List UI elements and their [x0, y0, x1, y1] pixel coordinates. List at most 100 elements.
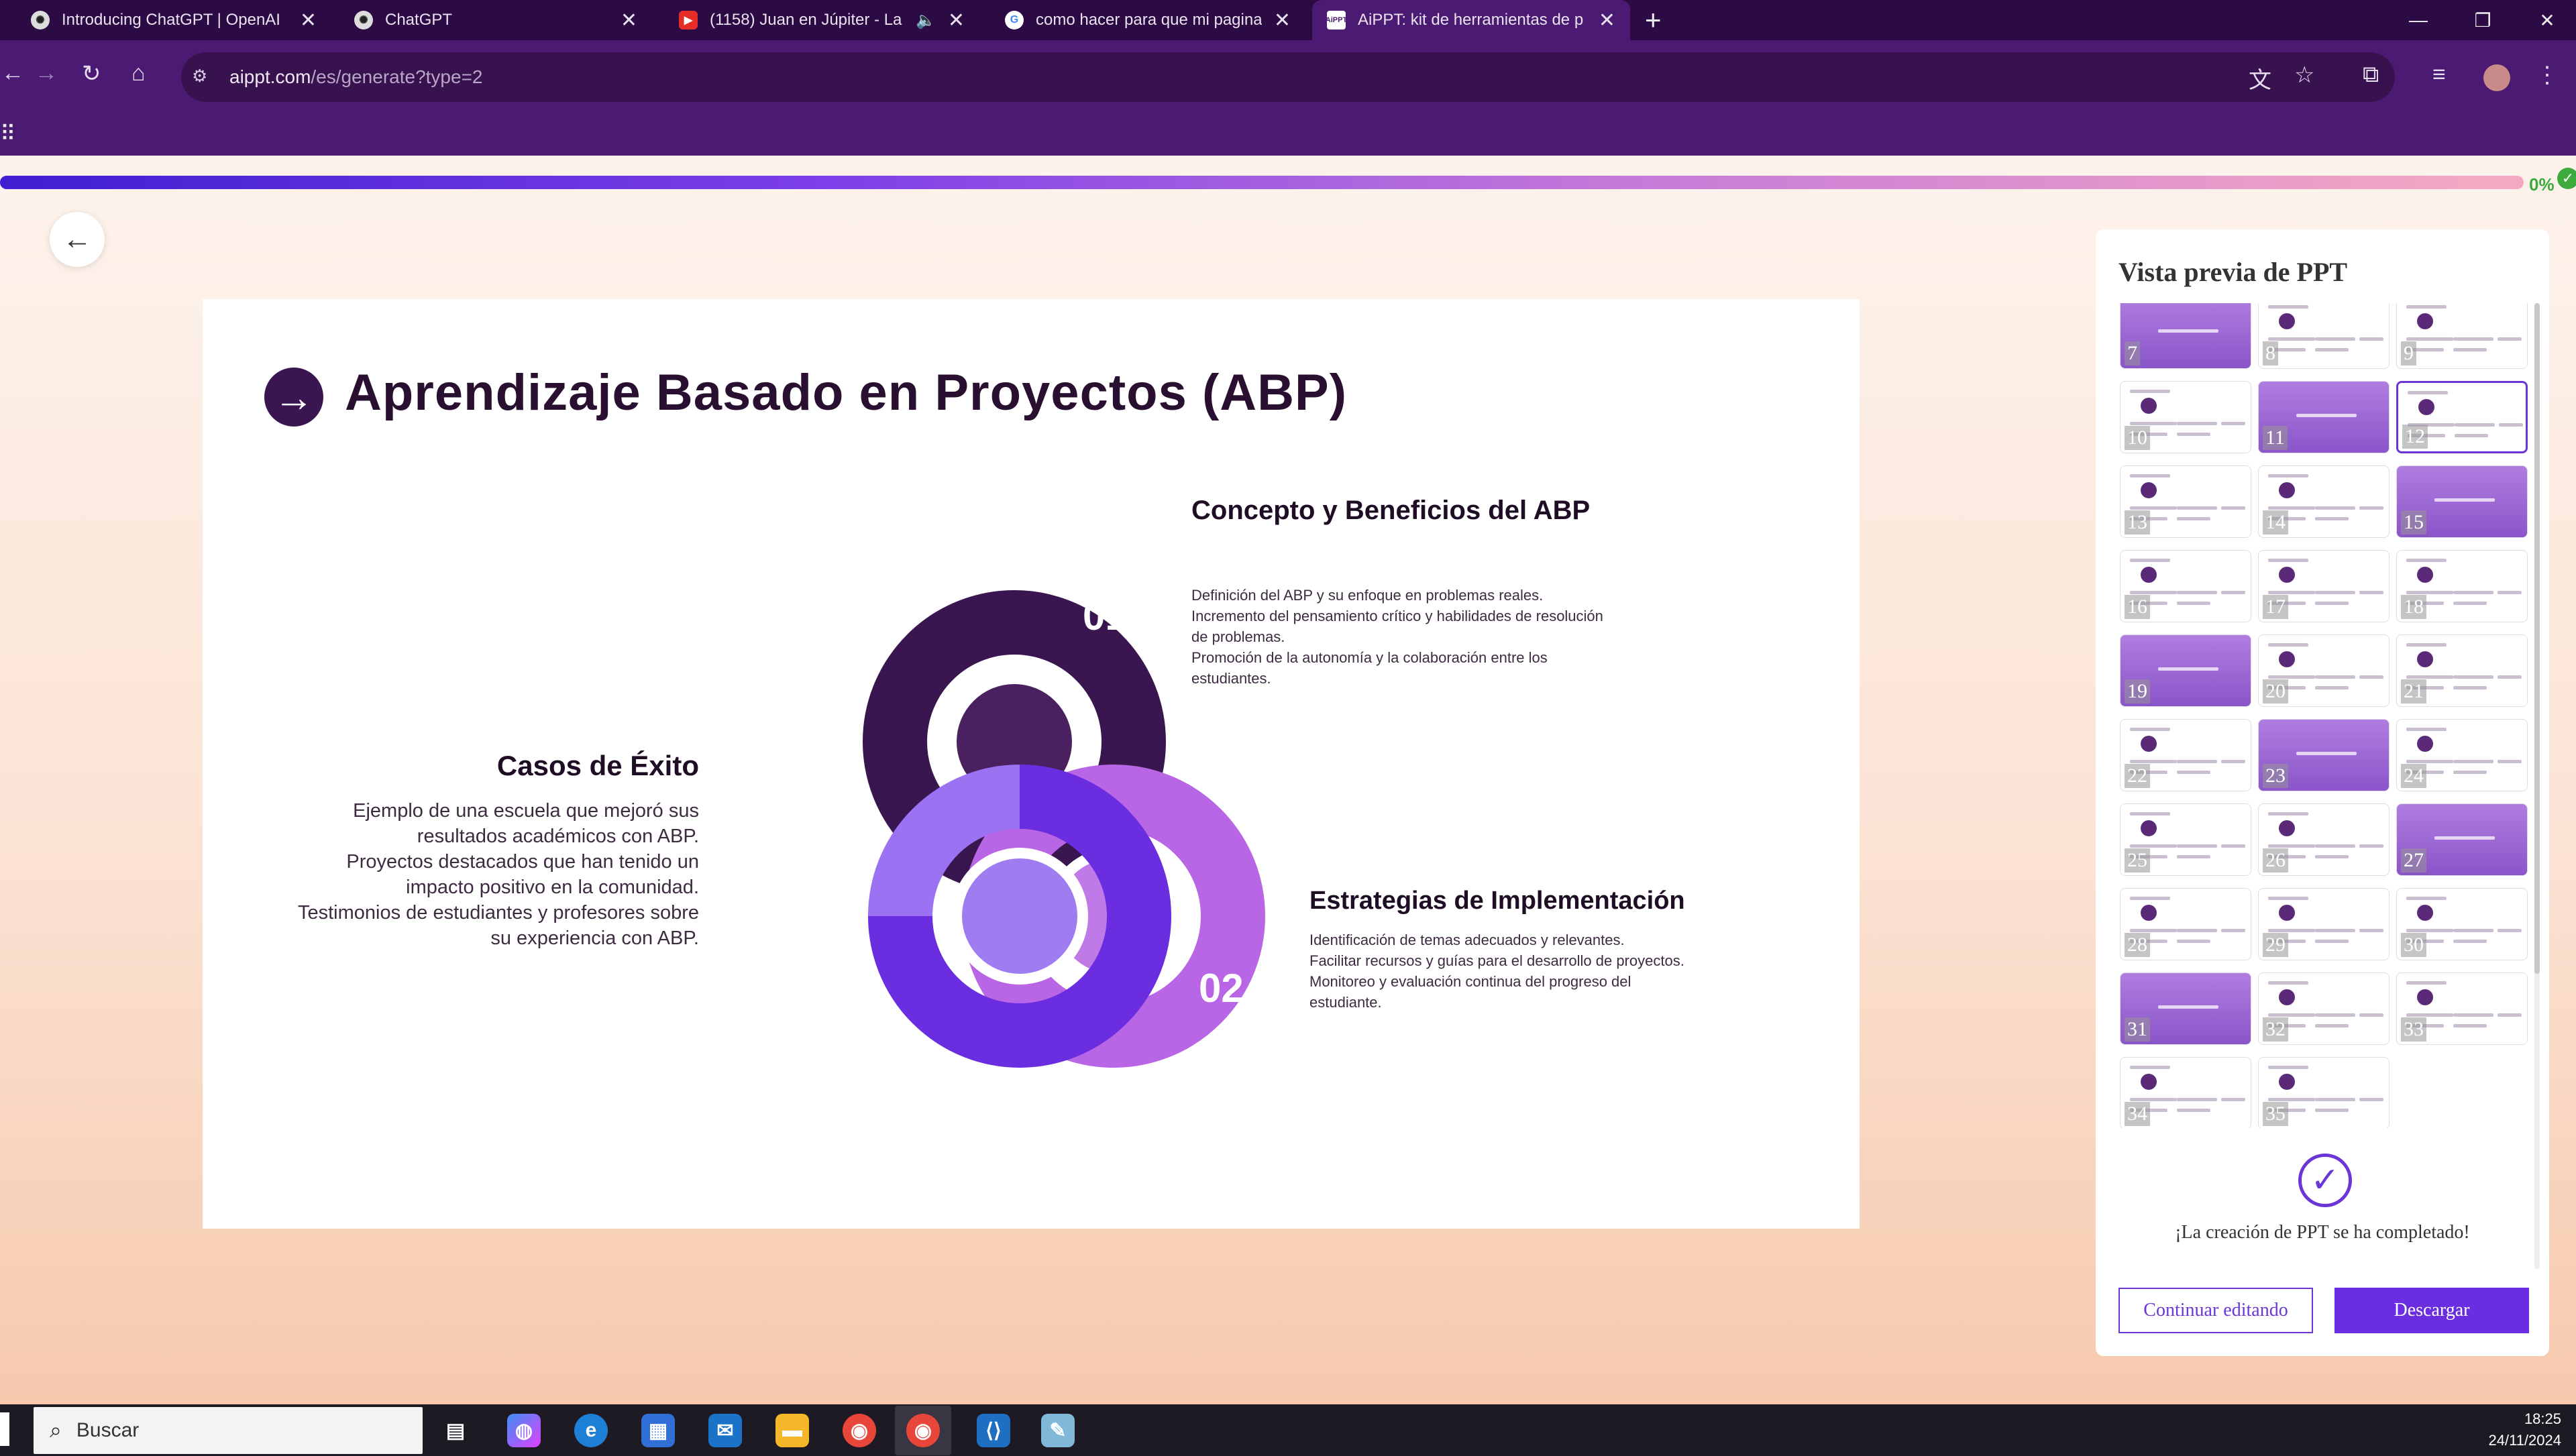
minimize-icon[interactable]: —: [2388, 0, 2449, 40]
reload-icon[interactable]: ↻: [82, 60, 101, 87]
speaker-icon[interactable]: 🔈: [916, 11, 936, 30]
thumbnail-number: 8: [2263, 341, 2278, 366]
slide-thumbnail[interactable]: 11: [2258, 381, 2390, 453]
thumbnail-text-line: [2406, 1013, 2453, 1017]
close-tab-icon[interactable]: ✕: [1274, 9, 1291, 32]
slide-title[interactable]: Aprendizaje Basado en Proyectos (ABP): [345, 363, 1347, 422]
slide-thumbnail[interactable]: 14: [2258, 465, 2390, 538]
concepto-title[interactable]: Concepto y Beneficios del ABP: [1191, 492, 1607, 528]
scrollbar-thumb[interactable]: [2534, 303, 2540, 974]
thumbnail-graphic: [2141, 567, 2157, 583]
close-window-icon[interactable]: ✕: [2517, 0, 2576, 40]
thumbnail-graphic: [2417, 736, 2433, 752]
slide-thumbnail[interactable]: 26: [2258, 803, 2390, 876]
thumbnail-text-line: [2315, 517, 2349, 520]
slide-thumbnail[interactable]: 23: [2258, 719, 2390, 791]
translate-icon[interactable]: 文: [2249, 62, 2271, 95]
slide-thumbnail[interactable]: 29: [2258, 888, 2390, 960]
slide-thumbnail[interactable]: 28: [2120, 888, 2251, 960]
slide-thumbnail[interactable]: 20: [2258, 634, 2390, 707]
slide-thumbnail[interactable]: 9: [2396, 303, 2528, 369]
slide-thumbnail[interactable]: 18: [2396, 550, 2528, 622]
slide-thumbnail[interactable]: 22: [2120, 719, 2251, 791]
home-icon[interactable]: ⌂: [131, 60, 146, 87]
thumbnail-number: 16: [2125, 595, 2150, 619]
estrategias-title[interactable]: Estrategias de Implementación: [1309, 883, 1779, 919]
task-view-icon[interactable]: ▤: [439, 1414, 472, 1447]
close-tab-icon[interactable]: ✕: [948, 9, 965, 32]
chrome-active-app[interactable]: ◉: [895, 1406, 951, 1455]
slide-thumbnail[interactable]: 27: [2396, 803, 2528, 876]
thumbnail-text-line: [2130, 1098, 2177, 1101]
tab-youtube[interactable]: ▶ (1158) Juan en Júpiter - La I 🔈 ✕: [664, 0, 979, 40]
vscode-icon[interactable]: ⟨⟩: [977, 1414, 1010, 1447]
casos-title[interactable]: Casos de Éxito: [203, 750, 699, 782]
slide-thumbnail[interactable]: 30: [2396, 888, 2528, 960]
restore-icon[interactable]: ❐: [2453, 0, 2513, 40]
close-tab-icon[interactable]: ✕: [621, 9, 637, 32]
tab-chatgpt[interactable]: ✺ ChatGPT ✕: [339, 0, 652, 40]
start-button[interactable]: [0, 1412, 9, 1446]
thumbnail-text-line: [2296, 752, 2357, 755]
extensions-icon[interactable]: ⧉: [2363, 62, 2379, 88]
edge-icon[interactable]: e: [574, 1414, 608, 1447]
file-explorer-icon[interactable]: ▬: [775, 1414, 809, 1447]
store-icon[interactable]: ▦: [641, 1414, 675, 1447]
slide-thumbnail[interactable]: 25: [2120, 803, 2251, 876]
casos-body[interactable]: Ejemplo de una escuela que mejoró sus re…: [283, 798, 699, 951]
close-tab-icon[interactable]: ✕: [300, 9, 317, 32]
slide-thumbnail[interactable]: 17: [2258, 550, 2390, 622]
slide-thumbnail[interactable]: 35: [2258, 1057, 2390, 1128]
thumbnail-text-line: [2453, 686, 2487, 689]
thumbnail-number: 11: [2263, 426, 2288, 450]
tab-aippt[interactable]: AiPPT AiPPT: kit de herramientas de p ✕: [1312, 0, 1630, 40]
thumbnail-number: 34: [2125, 1102, 2150, 1126]
cycle-diagram[interactable]: 01 02 03: [739, 541, 1289, 1077]
slide-thumbnail[interactable]: 24: [2396, 719, 2528, 791]
back-button[interactable]: ←: [50, 212, 105, 267]
slide-thumbnail[interactable]: 15: [2396, 465, 2528, 538]
new-tab-icon[interactable]: +: [1645, 4, 1662, 36]
menu-kebab-icon[interactable]: ⋮: [2536, 62, 2559, 89]
taskbar-search[interactable]: ⌕ Buscar: [34, 1407, 423, 1454]
forward-nav-icon[interactable]: →: [35, 60, 58, 87]
slide-thumbnail[interactable]: 7: [2120, 303, 2251, 369]
slide-thumbnail[interactable]: 12: [2396, 381, 2528, 453]
slide-thumbnail[interactable]: 19: [2120, 634, 2251, 707]
tab-introducing-chatgpt[interactable]: ✺ Introducing ChatGPT | OpenAI ✕: [16, 0, 331, 40]
continue-editing-button[interactable]: Continuar editando: [2118, 1288, 2313, 1333]
media-control-icon[interactable]: ≡: [2432, 62, 2446, 88]
aippt-icon: AiPPT: [1326, 11, 1347, 30]
chrome-icon[interactable]: ◉: [843, 1414, 876, 1447]
thumbnail-text-line: [2177, 517, 2210, 520]
mail-icon[interactable]: ✉: [708, 1414, 742, 1447]
download-button[interactable]: Descargar: [2334, 1288, 2529, 1333]
slide-thumbnail[interactable]: 8: [2258, 303, 2390, 369]
slide-thumbnail[interactable]: 10: [2120, 381, 2251, 453]
site-settings-icon[interactable]: ⚙: [192, 66, 215, 89]
slide-thumbnail[interactable]: 32: [2258, 972, 2390, 1045]
slide-thumbnail[interactable]: 31: [2120, 972, 2251, 1045]
notepad-icon[interactable]: ✎: [1041, 1414, 1075, 1447]
slide-thumbnail[interactable]: 34: [2120, 1057, 2251, 1128]
slide-thumbnail[interactable]: 16: [2120, 550, 2251, 622]
thumbnail-grid[interactable]: 7 8 9 10 11 12 13 14 15 16 17 18 19 20 21 22 23 24 25 26 27 2…: [2120, 303, 2529, 1128]
slide-canvas[interactable]: → Aprendizaje Basado en Proyectos (ABP) …: [203, 299, 1860, 1229]
thumbnail-text-line: [2499, 423, 2523, 427]
tab-google-search[interactable]: G como hacer para que mi pagina ✕: [990, 0, 1305, 40]
estrategias-body[interactable]: Identificación de temas adecuados y rele…: [1309, 930, 1699, 1013]
apps-grid-icon[interactable]: ⠿: [0, 121, 15, 146]
slide-thumbnail[interactable]: 21: [2396, 634, 2528, 707]
thumbnail-text-line: [2177, 433, 2210, 436]
address-bar[interactable]: aippt.com/es/generate?type=2: [181, 52, 2395, 102]
slide-thumbnail[interactable]: 13: [2120, 465, 2251, 538]
thumbnail-text-line: [2455, 434, 2488, 437]
thumbnail-text-line: [2434, 498, 2495, 502]
slide-thumbnail[interactable]: 33: [2396, 972, 2528, 1045]
close-tab-icon[interactable]: ✕: [1599, 9, 1615, 32]
copilot-icon[interactable]: ◍: [507, 1414, 541, 1447]
system-clock[interactable]: 18:25 24/11/2024: [2489, 1408, 2561, 1451]
bookmark-star-icon[interactable]: ☆: [2294, 62, 2314, 89]
back-nav-icon[interactable]: ←: [1, 60, 24, 87]
profile-avatar[interactable]: [2483, 64, 2510, 91]
